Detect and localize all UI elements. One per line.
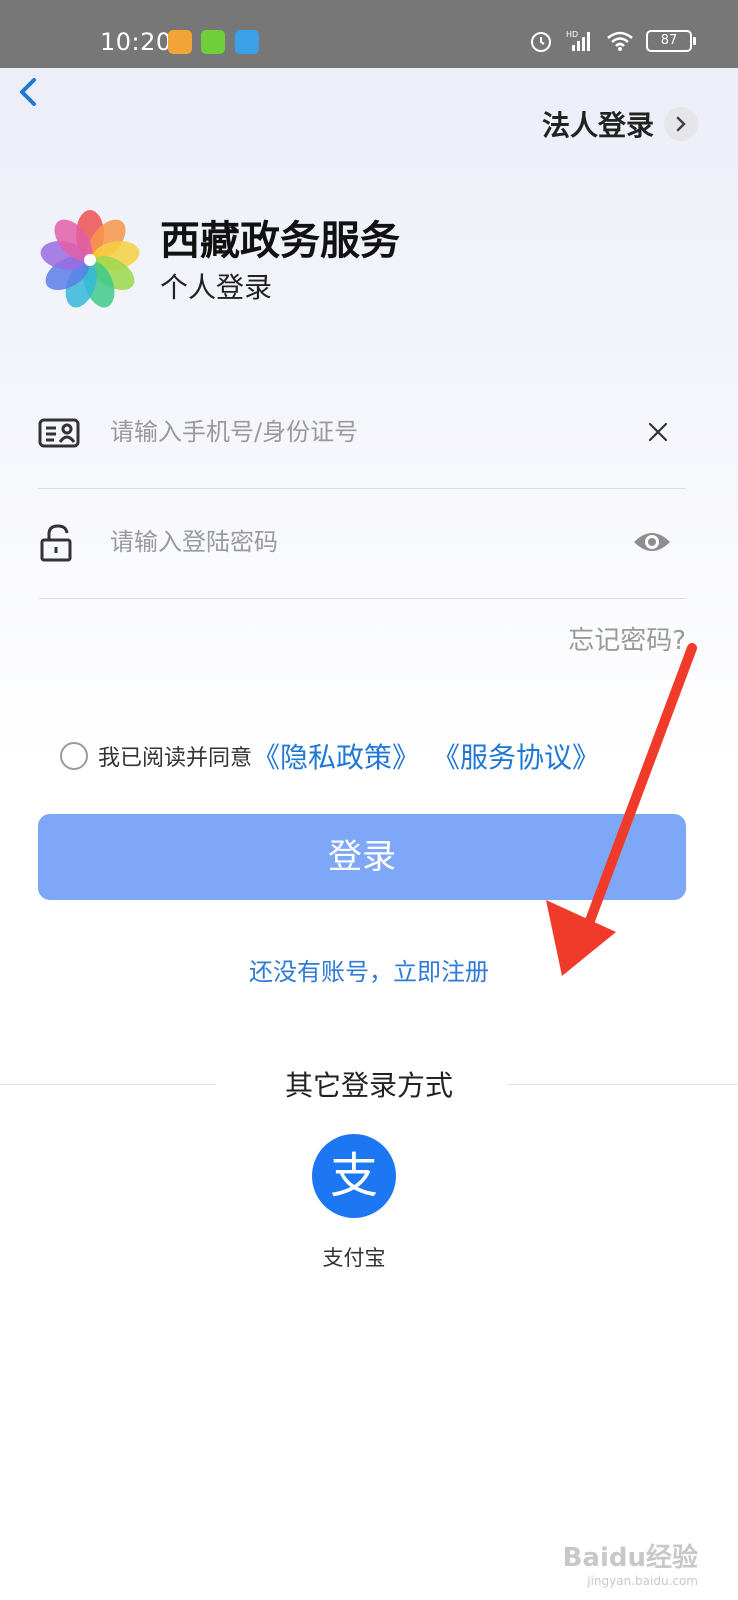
alipay-label: 支付宝 bbox=[322, 1246, 386, 1270]
chevron-right-icon bbox=[664, 107, 698, 141]
app-title: 西藏政务服务 bbox=[160, 218, 400, 264]
message-app-icon bbox=[168, 30, 192, 54]
back-button[interactable] bbox=[12, 74, 52, 114]
login-type-subtitle: 个人登录 bbox=[160, 271, 273, 304]
eye-icon[interactable] bbox=[632, 528, 672, 556]
flower-logo bbox=[40, 210, 140, 308]
watermark-text: Baidu经验 bbox=[562, 1543, 698, 1573]
alipay-login-button[interactable]: 支 bbox=[312, 1134, 396, 1218]
annotation-arrow bbox=[546, 643, 697, 976]
other-login-title: 其它登录方式 bbox=[284, 1069, 453, 1102]
id-card-icon bbox=[38, 418, 80, 448]
battery-icon: 87 bbox=[646, 30, 696, 52]
account-input[interactable] bbox=[108, 408, 612, 456]
status-bar: 10:20 HD 87 bbox=[0, 0, 738, 68]
close-icon[interactable] bbox=[644, 418, 672, 446]
watermark: Baidu经验 jingyan.baidu.com bbox=[563, 1537, 698, 1588]
alipay-icon: 支 bbox=[329, 1148, 378, 1204]
corporate-login-button[interactable]: 法人登录 bbox=[542, 104, 698, 144]
alarm-icon bbox=[531, 32, 551, 52]
agreement-row: 我已阅读并同意 《隐私政策》 《服务协议》 bbox=[60, 736, 600, 776]
download-app-icon bbox=[201, 30, 225, 54]
password-input[interactable] bbox=[108, 518, 612, 566]
chevron-left-icon bbox=[20, 78, 36, 106]
privacy-policy-link[interactable]: 《隐私政策》 bbox=[252, 736, 420, 776]
corporate-login-label: 法人登录 bbox=[541, 109, 654, 142]
watermark-url: jingyan.baidu.com bbox=[587, 1574, 698, 1588]
account-field bbox=[38, 378, 686, 489]
password-field bbox=[38, 488, 686, 599]
agreement-prefix: 我已阅读并同意 bbox=[98, 746, 253, 771]
agreement-checkbox[interactable] bbox=[60, 742, 88, 770]
telegram-app-icon bbox=[235, 30, 259, 54]
svg-text:HD: HD bbox=[566, 30, 578, 39]
status-icons: HD 87 bbox=[528, 28, 696, 54]
hd-signal-icon: HD bbox=[566, 30, 590, 51]
wifi-icon bbox=[607, 31, 633, 51]
status-time: 10:20 bbox=[100, 28, 172, 56]
lock-icon bbox=[40, 524, 72, 562]
